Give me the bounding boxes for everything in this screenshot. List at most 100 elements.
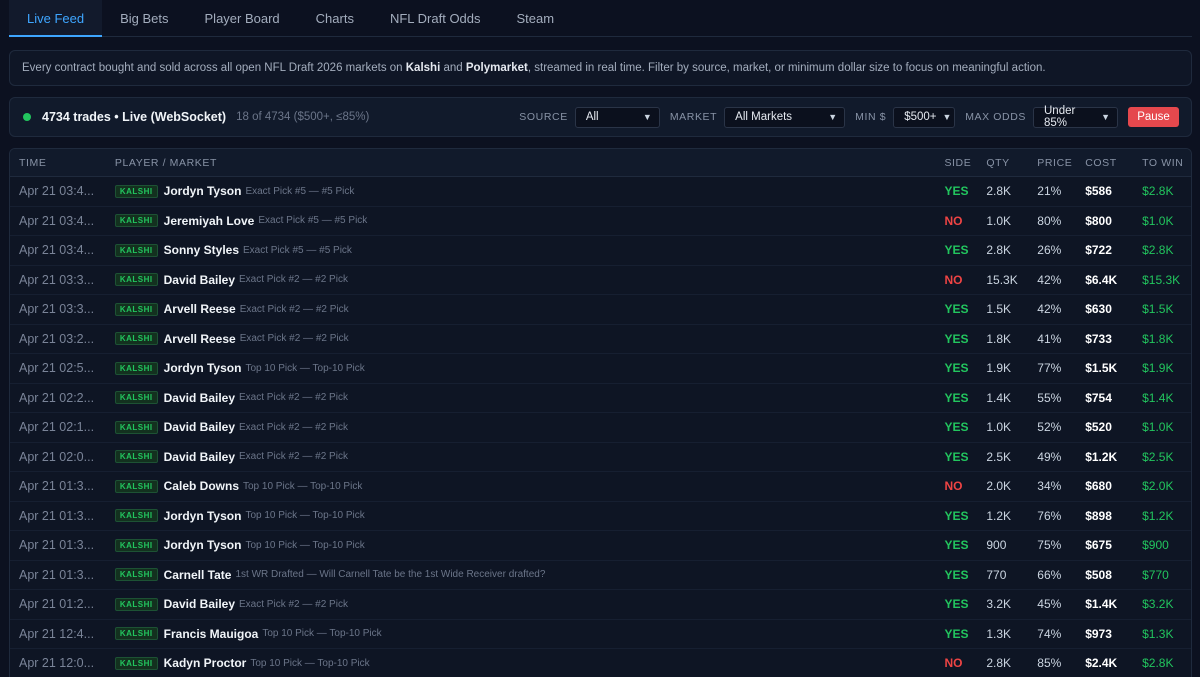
trade-price: 77% xyxy=(1037,361,1062,376)
trade-to-win: $15.3K xyxy=(1142,272,1181,287)
player-name[interactable]: David Bailey xyxy=(164,273,235,287)
chevron-down-icon: ▼ xyxy=(942,112,952,122)
trade-side: YES xyxy=(944,331,969,346)
table-row[interactable]: Apr 21 03:4... KALSHI Jordyn Tyson Exact Pi… xyxy=(10,177,1191,207)
table-row[interactable]: Apr 21 03:3... KALSHI Arvell Reese Exact Pi… xyxy=(10,295,1191,325)
filtered-count: 18 of 4734 ($500+, ≤85%) xyxy=(236,111,370,123)
source-badge: KALSHI xyxy=(114,243,158,257)
player-name[interactable]: Jeremiyah Love xyxy=(164,214,255,228)
source-badge: KALSHI xyxy=(114,214,158,228)
player-name[interactable]: Arvell Reese xyxy=(164,332,236,346)
col-cost-header[interactable]: COST xyxy=(1085,157,1142,169)
trade-price: 41% xyxy=(1037,331,1062,346)
min-dollar-label: MIN $ xyxy=(855,111,887,123)
player-name[interactable]: Jordyn Tyson xyxy=(164,509,242,523)
player-market-cell: KALSHI Kadyn Proctor Top 10 Pick — Top-10 … xyxy=(105,656,942,670)
market-name: Exact Pick #2 — #2 Pick xyxy=(239,598,348,610)
table-row[interactable]: Apr 21 01:3... KALSHI Jordyn Tyson Top 10 P… xyxy=(10,502,1191,531)
market-name: Exact Pick #5 — #5 Pick xyxy=(258,215,368,227)
tab-charts[interactable]: Charts xyxy=(298,0,372,37)
tab-steam[interactable]: Steam xyxy=(499,0,573,37)
trade-price: 75% xyxy=(1037,538,1062,553)
player-market-cell: KALSHI Francis Mauigoa Top 10 Pick — Top-1… xyxy=(105,627,942,641)
player-name[interactable]: Carnell Tate xyxy=(164,568,232,582)
trade-side: YES xyxy=(944,243,969,258)
player-name[interactable]: Jordyn Tyson xyxy=(164,184,242,198)
trade-count-status: 4734 trades • Live (WebSocket) xyxy=(42,110,227,124)
player-name[interactable]: David Bailey xyxy=(164,391,235,405)
polymarket-highlight: Polymarket xyxy=(465,62,528,74)
tab-big-bets[interactable]: Big Bets xyxy=(102,0,186,37)
table-row[interactable]: Apr 21 01:3... KALSHI Carnell Tate 1st WR D… xyxy=(10,561,1191,590)
player-market-cell: KALSHI David Bailey Exact Pick #2 — #2 Pic… xyxy=(105,273,942,287)
trade-qty: 900 xyxy=(986,538,1007,553)
table-body: Apr 21 03:4... KALSHI Jordyn Tyson Exact Pi… xyxy=(10,177,1191,677)
trade-to-win: $1.8K xyxy=(1142,331,1174,346)
trade-cost: $973 xyxy=(1085,626,1112,641)
player-market-cell: KALSHI Jeremiyah Love Exact Pick #5 — #5 P… xyxy=(105,214,942,228)
source-badge: KALSHI xyxy=(114,184,158,198)
table-row[interactable]: Apr 21 02:5... KALSHI Jordyn Tyson Top 10 P… xyxy=(10,354,1191,384)
max-odds-select[interactable]: Under 85% ▼ xyxy=(1033,105,1118,129)
trades-table: TIME PLAYER / MARKET SIDE QTY PRICE COST… xyxy=(9,148,1192,677)
player-market-cell: KALSHI David Bailey Exact Pick #2 — #2 Pic… xyxy=(105,391,942,405)
trade-qty: 1.3K xyxy=(986,626,1012,641)
player-market-cell: KALSHI Carnell Tate 1st WR Drafted — Will … xyxy=(105,568,942,582)
trade-time: Apr 21 03:4... xyxy=(19,184,95,199)
trade-side: NO xyxy=(944,272,963,287)
source-select[interactable]: All ▼ xyxy=(574,106,660,128)
col-qty-header[interactable]: QTY xyxy=(986,157,1037,169)
trade-price: 55% xyxy=(1037,390,1062,405)
player-name[interactable]: Kadyn Proctor xyxy=(164,656,247,670)
table-row[interactable]: Apr 21 03:4... KALSHI Jeremiyah Love Exact … xyxy=(10,207,1191,236)
player-name[interactable]: David Bailey xyxy=(164,450,235,464)
table-row[interactable]: Apr 21 12:0... KALSHI Kadyn Proctor Top 10 … xyxy=(10,649,1191,677)
trade-cost: $520 xyxy=(1085,420,1112,435)
player-name[interactable]: Jordyn Tyson xyxy=(164,361,242,375)
table-row[interactable]: Apr 21 02:1... KALSHI David Bailey Exact Pi… xyxy=(10,413,1191,443)
col-time-header[interactable]: TIME xyxy=(10,157,105,169)
player-name[interactable]: David Bailey xyxy=(164,597,235,611)
tab-player-board[interactable]: Player Board xyxy=(187,0,298,37)
player-name[interactable]: Caleb Downs xyxy=(164,479,239,493)
table-row[interactable]: Apr 21 02:0... KALSHI David Bailey Exact Pi… xyxy=(10,443,1191,472)
table-row[interactable]: Apr 21 03:3... KALSHI David Bailey Exact Pi… xyxy=(10,266,1191,295)
player-name[interactable]: Francis Mauigoa xyxy=(164,627,259,641)
trade-to-win: $2.8K xyxy=(1142,243,1174,258)
table-row[interactable]: Apr 21 03:2... KALSHI Arvell Reese Exact Pi… xyxy=(10,325,1191,354)
col-price-header[interactable]: PRICE xyxy=(1037,157,1085,169)
table-row[interactable]: Apr 21 01:3... KALSHI Jordyn Tyson Top 10 P… xyxy=(10,531,1191,561)
col-side-header[interactable]: SIDE xyxy=(941,157,986,169)
trade-qty: 3.2K xyxy=(986,597,1012,612)
trade-cost: $1.2K xyxy=(1085,449,1118,464)
chevron-down-icon: ▼ xyxy=(642,112,652,122)
trade-to-win: $2.5K xyxy=(1142,449,1174,464)
market-name: Exact Pick #2 — #2 Pick xyxy=(239,451,348,463)
tab-live-feed[interactable]: Live Feed xyxy=(9,0,103,37)
table-row[interactable]: Apr 21 12:4... KALSHI Francis Mauigoa Top 1… xyxy=(10,620,1191,649)
kalshi-highlight: Kalshi xyxy=(405,62,441,74)
source-label: SOURCE xyxy=(519,111,568,123)
table-row[interactable]: Apr 21 03:4... KALSHI Sonny Styles Exact Pi… xyxy=(10,236,1191,266)
table-row[interactable]: Apr 21 01:3... KALSHI Caleb Downs Top 10 Pi… xyxy=(10,472,1191,502)
player-name[interactable]: Jordyn Tyson xyxy=(164,538,242,552)
min-dollar-select[interactable]: $500+ ▼ xyxy=(893,106,956,128)
trade-to-win: $2.8K xyxy=(1142,184,1174,199)
trade-time: Apr 21 01:3... xyxy=(19,479,95,494)
table-row[interactable]: Apr 21 02:2... KALSHI David Bailey Exact Pi… xyxy=(10,384,1191,413)
trade-cost: $1.4K xyxy=(1085,597,1118,612)
tab-nfl-draft-odds[interactable]: NFL Draft Odds xyxy=(372,0,499,37)
pause-button[interactable]: Pause xyxy=(1128,107,1179,127)
description-text-1: Every contract bought and sold across al… xyxy=(22,62,406,74)
market-select[interactable]: All Markets ▼ xyxy=(724,106,846,128)
trade-time: Apr 21 01:3... xyxy=(19,508,95,523)
player-name[interactable]: Sonny Styles xyxy=(164,243,239,257)
col-win-header[interactable]: TO WIN xyxy=(1142,157,1191,169)
col-player-header[interactable]: PLAYER / MARKET xyxy=(105,157,942,169)
player-name[interactable]: David Bailey xyxy=(164,420,235,434)
table-row[interactable]: Apr 21 01:2... KALSHI David Bailey Exact Pi… xyxy=(10,590,1191,620)
player-market-cell: KALSHI Arvell Reese Exact Pick #2 — #2 Pic… xyxy=(105,302,942,316)
player-name[interactable]: Arvell Reese xyxy=(164,302,236,316)
chevron-down-icon: ▼ xyxy=(1101,112,1110,122)
source-badge: KALSHI xyxy=(114,597,158,611)
